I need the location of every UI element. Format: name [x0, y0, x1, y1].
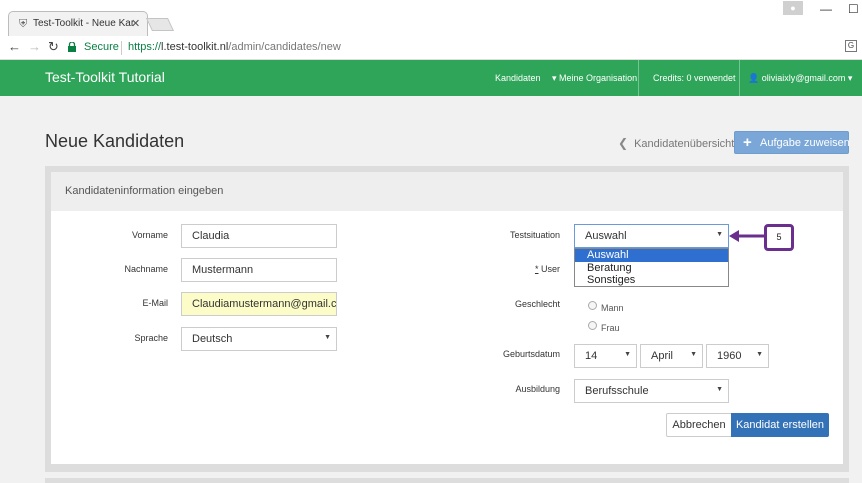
birth-year-value: 1960	[717, 350, 742, 362]
gender-female-label: Frau	[601, 323, 620, 333]
create-candidate-button[interactable]: Kandidat erstellen	[731, 413, 829, 437]
back-arrow-icon[interactable]: ←	[8, 39, 21, 54]
new-tab-button[interactable]	[145, 18, 175, 31]
plus-icon: +	[743, 134, 752, 151]
user-icon: 👤	[748, 73, 760, 83]
sprache-select[interactable]: Deutsch ▼	[181, 327, 337, 351]
shield-icon: ⛨	[19, 18, 28, 30]
dropdown-option-sonstiges[interactable]: Sonstiges	[575, 274, 728, 287]
tab-title: Test-Toolkit - Neue Kandidaten	[33, 18, 133, 29]
nav-organisation-label: Meine Organisation	[559, 73, 638, 83]
app-navbar: Test-Toolkit Tutorial Kandidaten ▾ Meine…	[0, 60, 862, 96]
required-mark: *	[534, 264, 539, 274]
step-callout-badge: 5	[764, 224, 794, 251]
caret-down-icon: ▼	[756, 351, 763, 358]
birth-month-value: April	[651, 350, 674, 362]
dropdown-option-auswahl[interactable]: Auswahl	[575, 249, 728, 262]
assign-task-button[interactable]: + Aufgabe zuweisen	[734, 131, 850, 154]
nachname-input[interactable]: Mustermann	[181, 258, 337, 282]
forward-arrow-icon[interactable]: →	[28, 39, 41, 54]
vorname-input[interactable]: Claudia	[181, 224, 337, 248]
profile-icon[interactable]: ●	[783, 1, 803, 15]
gender-male-label: Mann	[601, 303, 624, 313]
gender-female-radio[interactable]	[588, 321, 597, 330]
close-icon[interactable]: ✕	[131, 17, 140, 30]
caret-down-icon: ▾	[847, 73, 853, 83]
nav-credits: Credits: 0 verwendet	[653, 73, 736, 83]
nav-user-menu[interactable]: 👤 oliviaixly@gmail.com ▾	[748, 73, 852, 84]
birth-month-select[interactable]: April ▼	[640, 344, 703, 368]
nav-user-label: oliviaixly@gmail.com	[761, 73, 846, 83]
dropdown-option-beratung[interactable]: Beratung	[575, 262, 728, 275]
birth-day-select[interactable]: 14 ▼	[574, 344, 637, 368]
caret-down-icon: ▼	[716, 386, 723, 393]
maximize-icon[interactable]: ☐	[848, 2, 859, 16]
caret-down-icon: ▼	[690, 351, 697, 358]
user-label: * User	[440, 264, 560, 274]
chevron-left-icon: ❮	[618, 136, 629, 150]
email-label: E-Mail	[142, 298, 168, 308]
back-to-overview-link[interactable]: ❮ Kandidatenübersicht	[618, 136, 734, 150]
vorname-label: Vorname	[131, 230, 168, 240]
url-protocol: https://	[128, 41, 162, 53]
cancel-button[interactable]: Abbrechen	[666, 413, 732, 437]
navbar-divider	[638, 60, 639, 96]
callout-arrow-icon	[729, 230, 765, 242]
testsituation-label: Testsituation	[509, 230, 560, 240]
testsituation-dropdown-list: Auswahl Beratung Sonstiges	[574, 248, 729, 287]
translate-icon[interactable]: G	[845, 40, 857, 52]
nav-organisation[interactable]: ▾ Meine Organisation	[552, 73, 637, 84]
user-label-text: User	[540, 264, 560, 274]
url-text: https://l.test-toolkit.nl/admin/candidat…	[128, 41, 341, 53]
reload-icon[interactable]: ↻	[48, 39, 59, 55]
caret-down-icon: ▾	[552, 73, 560, 83]
card-header: Kandidateninformation eingeben	[51, 172, 843, 211]
minimize-icon[interactable]: —	[820, 2, 832, 16]
gender-male-radio[interactable]	[588, 301, 597, 310]
omnibox-divider	[121, 41, 122, 55]
ausbildung-select[interactable]: Berufsschule ▼	[574, 379, 729, 403]
card-header-title: Kandidateninformation eingeben	[65, 185, 224, 197]
card-footer-edge	[45, 478, 849, 483]
url-host: l.test-toolkit.nl	[161, 41, 229, 53]
birth-year-select[interactable]: 1960 ▼	[706, 344, 769, 368]
sprache-label: Sprache	[134, 333, 168, 343]
testsituation-select[interactable]: Auswahl ▼	[574, 224, 729, 248]
caret-down-icon: ▼	[716, 231, 723, 238]
url-path: /admin/candidates/new	[228, 41, 341, 53]
email-input[interactable]: Claudiamustermann@gmail.com	[181, 292, 337, 316]
birth-day-value: 14	[585, 350, 598, 362]
sprache-value: Deutsch	[192, 333, 233, 345]
nav-kandidaten[interactable]: Kandidaten	[495, 73, 541, 83]
ausbildung-label: Ausbildung	[515, 384, 560, 394]
address-bar: ← → ↻ Secure https://l.test-toolkit.nl/a…	[0, 36, 862, 60]
assign-task-label: Aufgabe zuweisen	[760, 137, 850, 149]
testsituation-value: Auswahl	[585, 230, 627, 242]
geburtsdatum-label: Geburtsdatum	[502, 349, 560, 359]
brand-title[interactable]: Test-Toolkit Tutorial	[45, 69, 165, 85]
browser-tab[interactable]: ⛨ Test-Toolkit - Neue Kandidaten ✕	[8, 11, 148, 36]
geschlecht-label: Geschlecht	[514, 299, 560, 309]
ausbildung-value: Berufsschule	[585, 385, 649, 397]
browser-tabstrip: ⛨ Test-Toolkit - Neue Kandidaten ✕ ● — ☐	[0, 0, 862, 36]
url-omnibox[interactable]: Secure https://l.test-toolkit.nl/admin/c…	[66, 38, 836, 58]
page-title: Neue Kandidaten	[45, 131, 185, 151]
secure-label: Secure	[84, 41, 119, 53]
back-link-label: Kandidatenübersicht	[634, 138, 735, 150]
lock-icon	[68, 42, 76, 52]
caret-down-icon: ▼	[324, 334, 331, 341]
caret-down-icon: ▼	[624, 351, 631, 358]
nachname-label: Nachname	[124, 264, 168, 274]
navbar-divider	[739, 60, 740, 96]
